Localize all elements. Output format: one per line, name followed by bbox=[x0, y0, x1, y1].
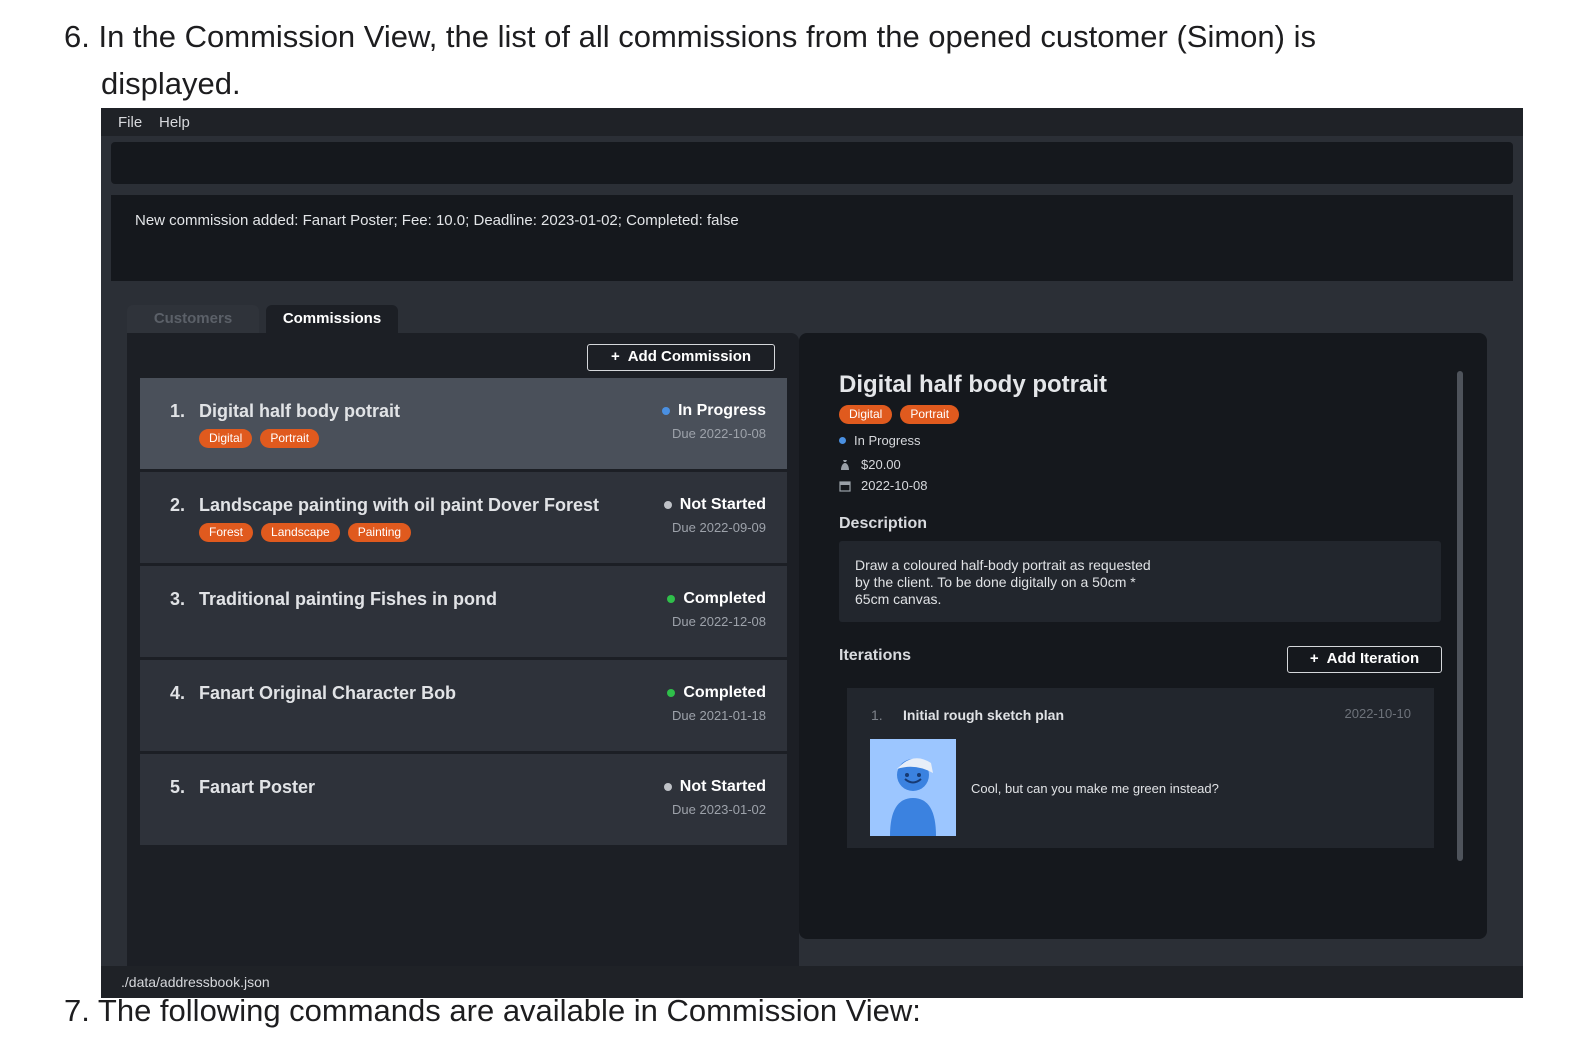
commission-status: In Progress bbox=[661, 402, 766, 420]
add-commission-button[interactable]: + Add Commission bbox=[587, 344, 775, 371]
commission-status: Not Started bbox=[663, 496, 766, 514]
tab-commissions[interactable]: Commissions bbox=[266, 305, 398, 333]
status-label: Not Started bbox=[679, 778, 766, 795]
plus-icon: + bbox=[610, 348, 620, 365]
detail-fee: $20.00 bbox=[839, 457, 901, 472]
commission-due-date: Due 2022-12-08 bbox=[672, 614, 766, 629]
commission-title: Digital half body potrait bbox=[199, 401, 400, 421]
iteration-date: 2022-10-10 bbox=[1344, 706, 1412, 721]
iterations-heading: Iterations bbox=[839, 647, 912, 664]
iteration-image bbox=[870, 739, 956, 836]
commission-tags: Digital Portrait bbox=[199, 429, 320, 448]
status-label: Not Started bbox=[679, 496, 766, 513]
status-label: Completed bbox=[683, 590, 766, 607]
commission-index: 3. bbox=[170, 589, 186, 609]
commission-card[interactable]: 4. Fanart Original Character Bob Complet… bbox=[140, 660, 787, 751]
commission-due-date: Due 2021-01-18 bbox=[672, 708, 766, 723]
status-dot-icon bbox=[839, 437, 846, 444]
money-bag-icon bbox=[841, 459, 849, 470]
description-heading: Description bbox=[839, 515, 928, 532]
app-window-screenshot: File Help New commission added: Fanart P… bbox=[101, 108, 1523, 998]
description-box: Draw a coloured half-body portrait as re… bbox=[839, 541, 1441, 622]
commission-title: Fanart Poster bbox=[199, 777, 316, 797]
description-text: Draw a coloured half-body portrait as re… bbox=[855, 557, 1151, 607]
status-label: Completed bbox=[683, 684, 766, 701]
commission-index: 4. bbox=[170, 683, 186, 703]
step-6-text-continued: displayed. bbox=[101, 66, 241, 101]
commission-tags: Forest Landscape Painting bbox=[199, 523, 412, 542]
commission-card[interactable]: 5. Fanart Poster Not Started Due 2023-01… bbox=[140, 754, 787, 845]
add-commission-label: Add Commission bbox=[627, 348, 752, 365]
commission-due-date: Due 2022-09-09 bbox=[672, 520, 766, 535]
detail-scrollbar[interactable] bbox=[1457, 371, 1463, 861]
commission-index: 2. bbox=[170, 495, 186, 515]
commission-status: Completed bbox=[667, 684, 766, 702]
avatar-placeholder-icon bbox=[870, 739, 956, 836]
calendar-icon bbox=[839, 480, 851, 492]
tag: Painting bbox=[347, 523, 412, 542]
add-iteration-label: Add Iteration bbox=[1326, 650, 1420, 667]
result-message: New commission added: Fanart Poster; Fee… bbox=[135, 212, 739, 229]
iteration-title: Initial rough sketch plan bbox=[903, 707, 1065, 723]
detail-deadline: 2022-10-08 bbox=[839, 478, 928, 493]
commission-title: Landscape painting with oil paint Dover … bbox=[199, 495, 600, 515]
commission-list-panel: + Add Commission 1. Digital half body pot… bbox=[127, 333, 799, 998]
menu-file[interactable]: File bbox=[118, 114, 142, 131]
commission-due-date: Due 2022-10-08 bbox=[672, 426, 766, 441]
detail-fee-value: $20.00 bbox=[861, 457, 901, 472]
command-input[interactable] bbox=[111, 142, 1513, 184]
tag: Portrait bbox=[260, 429, 320, 448]
status-dot-icon bbox=[667, 689, 676, 697]
commission-card[interactable]: 2. Landscape painting with oil paint Dov… bbox=[140, 472, 787, 563]
tab-customers[interactable]: Customers bbox=[127, 305, 259, 333]
tag: Landscape bbox=[261, 523, 340, 542]
detail-title: Digital half body potrait bbox=[839, 371, 1107, 398]
add-iteration-button[interactable]: + Add Iteration bbox=[1287, 646, 1442, 673]
step-6-text: 6. In the Commission View, the list of a… bbox=[64, 19, 1316, 54]
commission-index: 5. bbox=[170, 777, 186, 797]
status-dot-icon bbox=[663, 501, 672, 509]
result-display: New commission added: Fanart Poster; Fee… bbox=[111, 195, 1513, 281]
tag: Portrait bbox=[900, 405, 960, 424]
commission-title: Traditional painting Fishes in pond bbox=[199, 589, 498, 609]
commission-status: Completed bbox=[667, 590, 766, 608]
commission-title: Fanart Original Character Bob bbox=[199, 683, 457, 703]
commission-card[interactable]: 1. Digital half body potrait Digital Por… bbox=[140, 378, 787, 469]
detail-tags: Digital Portrait bbox=[839, 405, 960, 424]
menu-help[interactable]: Help bbox=[159, 114, 190, 131]
commission-due-date: Due 2023-01-02 bbox=[672, 802, 766, 817]
tag: Digital bbox=[839, 405, 893, 424]
status-dot-icon bbox=[663, 783, 672, 791]
menu-bar: File Help bbox=[101, 108, 1523, 136]
commission-index: 1. bbox=[170, 401, 186, 421]
status-label: In Progress bbox=[677, 402, 766, 419]
plus-icon: + bbox=[1309, 650, 1319, 667]
iteration-index: 1. bbox=[871, 707, 883, 723]
status-dot-icon bbox=[661, 407, 670, 415]
tag: Forest bbox=[199, 523, 254, 542]
iteration-card[interactable]: 1. Initial rough sketch plan 2022-10-10 … bbox=[847, 688, 1434, 848]
commission-detail-panel: Digital half body potrait Digital Portra… bbox=[799, 333, 1487, 939]
detail-status-label: In Progress bbox=[854, 433, 921, 448]
step-7-text: 7. The following commands are available … bbox=[64, 993, 921, 1028]
commission-status: Not Started bbox=[663, 778, 766, 796]
status-dot-icon bbox=[667, 595, 676, 603]
detail-deadline-value: 2022-10-08 bbox=[861, 478, 928, 493]
detail-status: In Progress bbox=[839, 433, 920, 448]
iteration-comment: Cool, but can you make me green instead? bbox=[971, 781, 1219, 796]
tag: Digital bbox=[199, 429, 253, 448]
commission-card[interactable]: 3. Traditional painting Fishes in pond C… bbox=[140, 566, 787, 657]
